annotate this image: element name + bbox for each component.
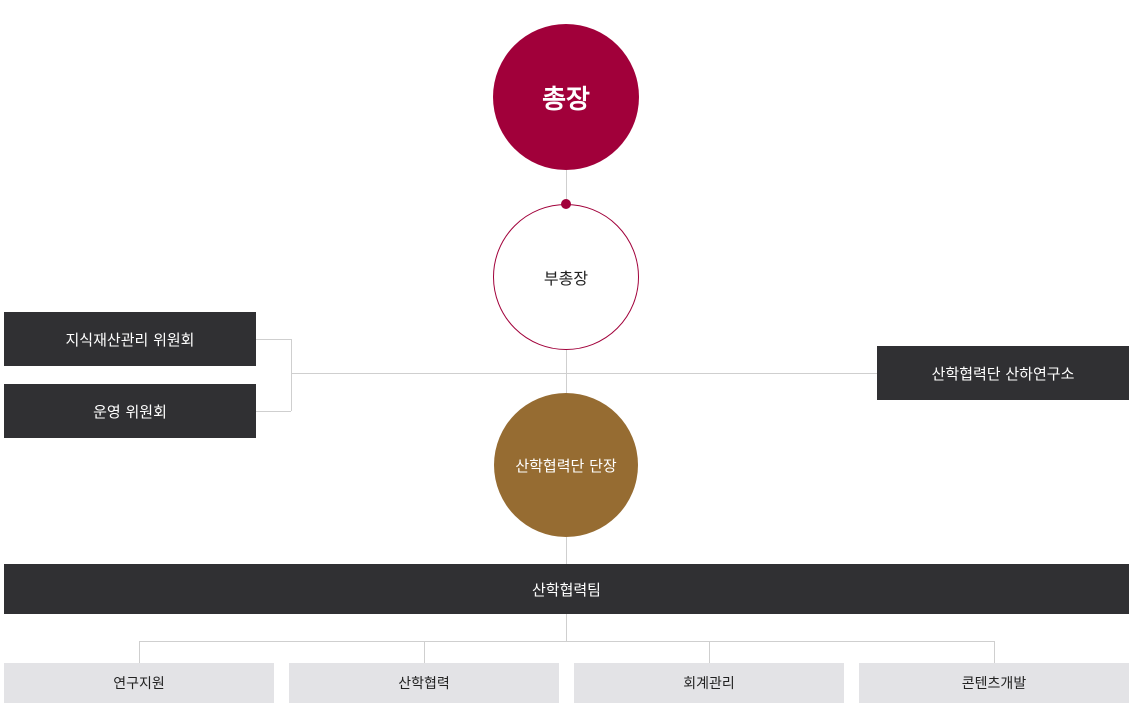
connector-committee-bracket (291, 339, 292, 411)
connector-depts-horizontal (139, 641, 995, 642)
dept-industry-cooperation-label: 산학협력 (398, 676, 450, 692)
dept-content-development-label: 콘텐츠개발 (961, 676, 1027, 692)
president-node: 총장 (493, 24, 639, 170)
connector-dot (561, 199, 571, 209)
foundation-head-label: 산학협력단 단장 (515, 456, 617, 475)
connector-horizontal-main (291, 373, 877, 374)
committee-ip-management: 지식재산관리 위원회 (4, 312, 256, 366)
affiliated-institute-label: 산학협력단 산하연구소 (931, 364, 1075, 383)
connector-committee-1 (256, 339, 291, 340)
dept-industry-cooperation: 산학협력 (289, 663, 559, 703)
foundation-head-node: 산학협력단 단장 (494, 393, 638, 537)
dept-research-support-label: 연구지원 (113, 676, 165, 692)
dept-accounting: 회계관리 (574, 663, 844, 703)
committee-ip-management-label: 지식재산관리 위원회 (65, 330, 195, 349)
connector-vice-head (566, 350, 567, 393)
connector-committee-2 (256, 411, 291, 412)
connector-dept-1 (139, 641, 140, 663)
dept-research-support: 연구지원 (4, 663, 274, 703)
vice-president-label: 부총장 (543, 269, 589, 288)
committee-operations: 운영 위원회 (4, 384, 256, 438)
affiliated-institute: 산학협력단 산하연구소 (877, 346, 1129, 400)
president-label: 총장 (542, 84, 590, 115)
connector-team-depts (566, 614, 567, 641)
connector-head-team (566, 537, 567, 564)
dept-accounting-label: 회계관리 (683, 676, 735, 692)
connector-dept-3 (709, 641, 710, 663)
cooperation-team-label: 산학협력팀 (531, 580, 601, 599)
vice-president-node: 부총장 (493, 204, 639, 350)
connector-dept-4 (994, 641, 995, 663)
cooperation-team: 산학협력팀 (4, 564, 1129, 614)
dept-content-development: 콘텐츠개발 (859, 663, 1129, 703)
connector-dept-2 (424, 641, 425, 663)
committee-operations-label: 운영 위원회 (93, 402, 167, 421)
